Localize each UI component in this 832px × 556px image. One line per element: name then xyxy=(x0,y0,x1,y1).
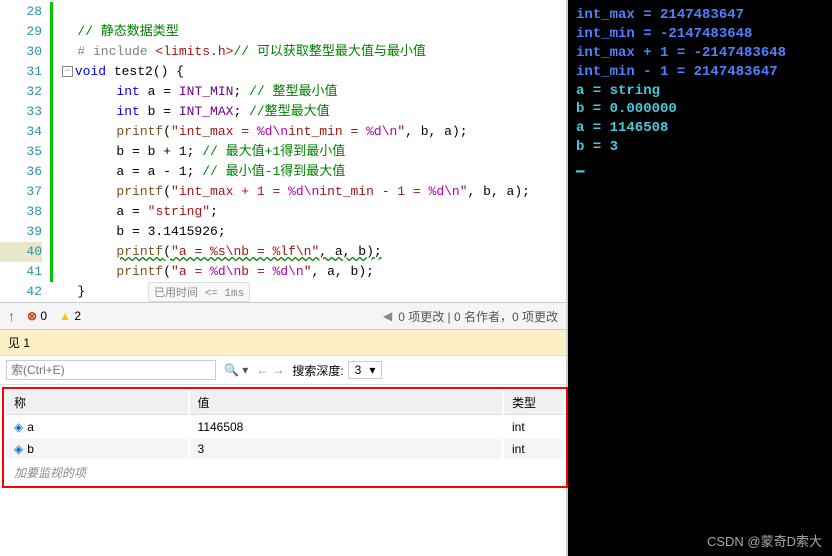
search-icon[interactable]: 🔍 ▾ xyxy=(224,363,248,377)
line-num: 37 xyxy=(0,182,42,202)
variable-icon: ◈ xyxy=(14,420,23,434)
search-input[interactable] xyxy=(6,360,216,380)
comment: // 静态数据类型 xyxy=(77,24,178,39)
console-line: a = string xyxy=(576,82,824,101)
line-num: 41 xyxy=(0,262,42,282)
col-type[interactable]: 类型 xyxy=(504,391,564,415)
console-line: a = 1146508 xyxy=(576,119,824,138)
console-line: b = 0.000000 xyxy=(576,100,824,119)
console-line: int_max + 1 = -2147483648 xyxy=(576,44,824,63)
code-editor[interactable]: 28 29 30 31 32 33 34 35 36 37 38 39 40 4… xyxy=(0,0,566,302)
line-num: 39 xyxy=(0,222,42,242)
line-num: 31 xyxy=(0,62,42,82)
up-arrow-icon[interactable]: ↑ xyxy=(8,308,15,324)
prev-icon[interactable]: ◀ xyxy=(383,309,392,323)
nav-back-icon[interactable]: ← xyxy=(256,363,268,377)
table-row[interactable]: ◈b 3 int xyxy=(6,439,564,459)
error-count[interactable]: ⊗ 0 xyxy=(27,309,47,323)
console-output: int_max = 2147483647 int_min = -21474836… xyxy=(568,0,832,556)
line-num: 42 xyxy=(0,282,42,302)
watermark: CSDN @蒙奇D索大 xyxy=(707,531,822,550)
console-cursor: ▁ xyxy=(576,157,824,176)
line-num: 35 xyxy=(0,142,42,162)
warning-count[interactable]: ▲ 2 xyxy=(59,309,81,323)
console-line: int_min = -2147483648 xyxy=(576,25,824,44)
col-name[interactable]: 称 xyxy=(6,391,188,415)
table-row[interactable]: ◈a 1146508 int xyxy=(6,417,564,437)
line-num: 34 xyxy=(0,122,42,142)
changes-text: 0 项更改 | 0 名作者，0 项更改 xyxy=(398,308,558,325)
line-gutter: 28 29 30 31 32 33 34 35 36 37 38 39 40 4… xyxy=(0,0,50,302)
line-num: 30 xyxy=(0,42,42,62)
timing-badge: 已用时间 <= 1ms xyxy=(148,282,250,302)
add-watch-item[interactable]: 加要监视的项 xyxy=(6,461,564,484)
line-num: 38 xyxy=(0,202,42,222)
line-num: 40 xyxy=(0,242,42,262)
console-line: int_max = 2147483647 xyxy=(576,6,824,25)
col-value[interactable]: 值 xyxy=(190,391,502,415)
line-num: 28 xyxy=(0,2,42,22)
watch-search-row: 🔍 ▾ ← → 搜索深度: 3▾ xyxy=(0,356,566,385)
depth-dropdown[interactable]: 3▾ xyxy=(348,361,383,379)
line-num: 33 xyxy=(0,102,42,122)
console-line: b = 3 xyxy=(576,138,824,157)
depth-label: 搜索深度: xyxy=(292,362,343,379)
line-num: 32 xyxy=(0,82,42,102)
console-line: int_min - 1 = 2147483647 xyxy=(576,63,824,82)
variable-icon: ◈ xyxy=(14,442,23,456)
fold-icon[interactable]: − xyxy=(62,66,73,77)
watch-table: 称 值 类型 ◈a 1146508 int ◈b 3 int 加要监视的项 xyxy=(2,387,568,488)
watch-panel-title: 见 1 xyxy=(0,330,566,356)
nav-forward-icon[interactable]: → xyxy=(272,363,284,377)
line-num: 29 xyxy=(0,22,42,42)
line-num: 36 xyxy=(0,162,42,182)
status-bar: ↑ ⊗ 0 ▲ 2 ◀ 0 项更改 | 0 名作者，0 项更改 xyxy=(0,302,566,330)
chevron-down-icon: ▾ xyxy=(369,363,375,377)
